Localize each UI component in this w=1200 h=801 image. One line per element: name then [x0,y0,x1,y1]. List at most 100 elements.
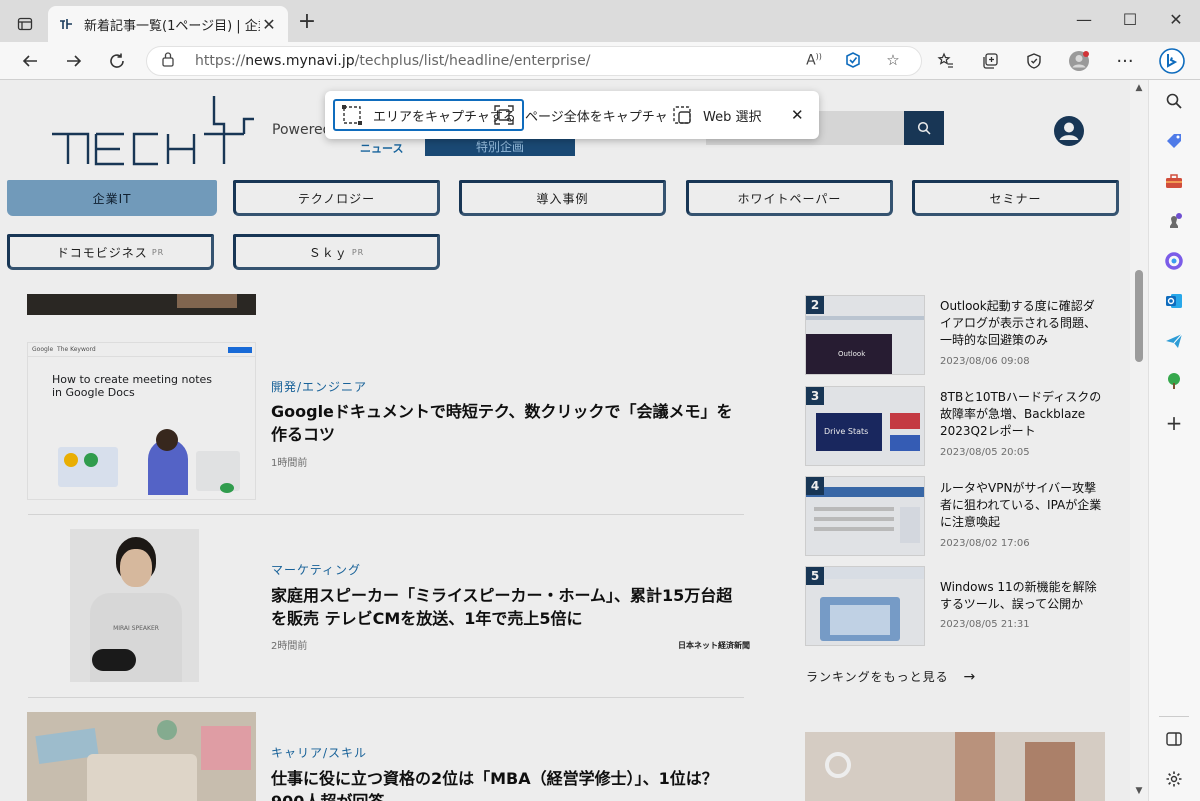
sidebar-shopping-tag-icon[interactable] [1161,128,1187,154]
sidebar-games-icon[interactable] [1161,208,1187,234]
ranking-thumbnail[interactable]: 5 [805,566,925,646]
sidebar-hide-icon[interactable] [1161,726,1187,752]
page-scrollbar[interactable]: ▲ ▼ [1130,80,1148,801]
nav-label: ホワイトペーパー [737,191,842,206]
web-page: Powered ニュース 特別企画 企業IT テクノロジー 導入事例 ホワイトペ… [0,80,1130,801]
scroll-up-icon[interactable]: ▲ [1133,83,1145,93]
more-menu-icon[interactable]: ··· [1112,48,1138,74]
capture-area-icon [342,105,362,125]
maximize-button[interactable]: ☐ [1119,10,1141,32]
ranking-title[interactable]: Windows 11の新機能を解除するツール、誤って公開か [940,579,1106,613]
nav-label: セミナー [989,191,1042,206]
edge-sidebar: + [1148,80,1200,801]
article-category[interactable]: 開発/エンジニア [271,378,367,395]
forward-button[interactable] [61,48,87,74]
rank-number: 3 [806,387,824,405]
refresh-button[interactable] [104,48,130,74]
ranking-thumbnail[interactable]: 4 [805,476,925,556]
nav-case-studies[interactable]: 導入事例 [459,180,666,216]
sidebar-search-icon[interactable] [1161,88,1187,114]
sidebar-divider [1159,716,1189,717]
article-thumbnail[interactable]: Google The Keyword How to create meeting… [27,342,256,500]
more-ranking-link[interactable]: ランキングをもっと見る → [806,668,976,685]
search-icon [917,121,931,135]
article-thumbnail[interactable] [27,712,256,801]
ranking-title[interactable]: Outlook起動する度に確認ダイアログが表示される問題、一時的な回避策のみ [940,298,1106,349]
article-title[interactable]: 仕事に役に立つ資格の2位は「MBA（経営学修士）」、1位は？ 900人超が回答 [271,767,747,801]
collections-icon[interactable] [977,48,1003,74]
read-aloud-icon[interactable]: A)) [803,49,825,71]
site-search-button[interactable] [904,111,944,145]
ranking-thumbnail[interactable]: Outlook 2 [805,295,925,375]
url-path: /techplus/list/headline/enterprise/ [354,53,591,69]
ad-banner-image[interactable] [805,732,1105,801]
web-select-label: Web 選択 [703,109,762,125]
special-feature-banner[interactable]: 特別企画 [425,136,575,156]
article-thumbnail-partial[interactable] [27,294,256,315]
extension-active-icon[interactable] [842,49,864,71]
nav-docomo-business[interactable]: ドコモビジネス PR [7,234,214,270]
pr-badge: PR [151,247,165,257]
sidebar-outlook-icon[interactable] [1161,288,1187,314]
ranking-title[interactable]: 8TBと10TBハードディスクの故障率が急増、Backblaze 2023Q2レ… [940,389,1106,440]
ranking-date: 2023/08/05 20:05 [940,447,1030,458]
site-favicon-icon [58,16,74,32]
powered-by-label: Powered [272,122,332,138]
scroll-down-icon[interactable]: ▼ [1133,786,1145,796]
bing-copilot-icon[interactable] [1157,46,1187,76]
browser-essentials-icon[interactable] [1021,48,1047,74]
favorites-list-icon[interactable] [933,48,959,74]
nav-enterprise-it[interactable]: 企業IT [7,180,217,216]
capture-full-page-icon [494,105,514,125]
thumb-text: Drive Stats [824,427,869,436]
close-window-button[interactable]: ✕ [1165,10,1187,32]
more-ranking-label: ランキングをもっと見る [806,670,949,684]
article-divider [28,514,744,515]
shirt-text: MIRAI SPEAKER [113,625,159,632]
close-icon: ✕ [791,106,804,124]
nav-seminar[interactable]: セミナー [912,180,1119,216]
article-category[interactable]: キャリア/スキル [271,744,367,761]
capture-close-button[interactable]: ✕ [785,99,810,131]
tab-actions-icon[interactable] [10,10,40,38]
rank-number: 2 [806,296,824,314]
browser-tab[interactable]: 新着記事一覧(1ページ目) | 企業IT | マイナビ ✕ [48,6,288,42]
tab-title: 新着記事一覧(1ページ目) | 企業IT | マイナビ [84,18,260,34]
web-select-button[interactable]: Web 選択 [665,99,767,131]
web-select-icon [673,106,691,124]
tab-close-icon[interactable]: ✕ [260,15,278,34]
article-title[interactable]: Googleドキュメントで時短テク、数クリックで「会議メモ」を作るコツ [271,400,747,446]
rank-number: 5 [806,567,824,585]
screenshot-capture-toolbar: エリアをキャプチャする ページ全体をキャプチャ Web 選択 ✕ [325,91,819,139]
nav-whitepaper[interactable]: ホワイトペーパー [686,180,893,216]
ranking-title[interactable]: ルータやVPNがサイバー攻撃者に狙われている、IPAが企業に注意喚起 [940,480,1106,531]
sidebar-add-icon[interactable]: + [1161,410,1187,436]
article-title[interactable]: 家庭用スピーカー「ミライスピーカー・ホーム」、累計15万台超を販売 テレビCMを… [271,584,747,630]
sidebar-send-icon[interactable] [1161,328,1187,354]
nav-sky[interactable]: Ｓｋｙ PR [233,234,440,270]
capture-full-page-button[interactable]: ページ全体をキャプチャ [487,99,674,131]
ranking-thumbnail[interactable]: Drive Stats 3 [805,386,925,466]
user-account-icon[interactable] [1053,115,1085,147]
ranking-date: 2023/08/02 17:06 [940,538,1030,549]
sidebar-settings-icon[interactable] [1161,766,1187,792]
back-button[interactable] [17,48,43,74]
thumb-text: Outlook [838,350,866,358]
profile-avatar-icon[interactable] [1066,48,1092,74]
article-thumbnail[interactable]: MIRAI SPEAKER [70,529,199,682]
nav-technology[interactable]: テクノロジー [233,180,440,216]
scroll-thumb[interactable] [1135,270,1143,362]
favorite-star-icon[interactable]: ☆ [882,49,904,71]
ranking-date: 2023/08/05 21:31 [940,619,1030,630]
sidebar-microsoft365-icon[interactable] [1161,248,1187,274]
nav-label: 企業IT [92,191,132,206]
minimize-button[interactable]: — [1073,10,1095,32]
source-logo: 日本ネット経済新聞 [678,641,750,650]
sidebar-tools-icon[interactable] [1161,168,1187,194]
mynavi-news-logo[interactable]: ニュース [360,140,403,156]
new-tab-button[interactable]: + [296,11,318,34]
article-category[interactable]: マーケティング [271,561,361,578]
techplus-logo[interactable] [48,94,258,166]
nav-label: テクノロジー [297,191,376,206]
sidebar-tree-icon[interactable] [1161,368,1187,394]
